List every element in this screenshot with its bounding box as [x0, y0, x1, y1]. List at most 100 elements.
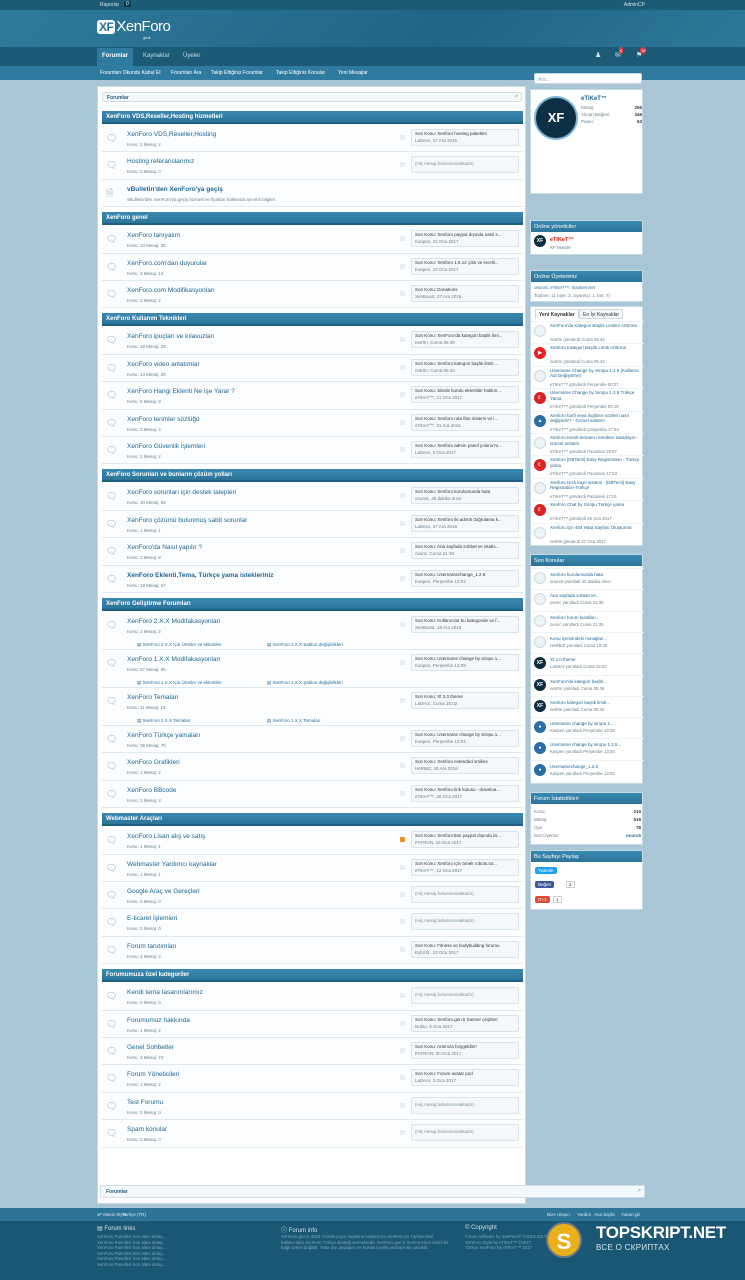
last-post-title[interactable]: Son Konu: Xenforo'dan paypal dışında lis…	[415, 833, 515, 838]
resource-title[interactable]: Username Change by Siropu 1.2.5 (Kullanı…	[550, 368, 642, 379]
last-post-title[interactable]: Son Konu: Xenforo extended smilies	[415, 759, 515, 764]
topic-item[interactable]: Ana sayfada sohbet ve... ovunc yanıtladı …	[531, 589, 644, 610]
last-post-title[interactable]: Son Konu: Xenforo rota fitre sistemi ve …	[415, 416, 515, 421]
last-post[interactable]: Son Konu: Aramıza hoşgeldin!! PATRON, 30 …	[411, 1042, 519, 1059]
subforum-link[interactable]: ▤ XenForo 1.X.X Şablon değişiklikleri	[267, 680, 343, 686]
online-users-list[interactable]: onurx5, eTiKeT™, maxkernner	[534, 285, 595, 290]
resource-item[interactable]: ☾ Username Change by Siropu 1.2.5 Türkçe …	[531, 388, 644, 410]
google-plus-button[interactable]: G+1	[535, 896, 550, 903]
rss-icon[interactable]	[400, 364, 405, 370]
tab-resources[interactable]: Kaynaklar	[143, 53, 170, 59]
resource-item[interactable]: ☾ Xenforo Chat by Siropu Türkçe yama eTiKe…	[531, 500, 644, 522]
footer-help[interactable]: Yardım	[577, 1212, 591, 1217]
avatar[interactable]: ●	[534, 721, 546, 734]
last-post[interactable]: Son Konu: Usernamechange_1.2.5 Kaspen, Pe…	[411, 569, 519, 587]
last-post[interactable]: Son Konu: Xenforo 1.5.12 çıktı ve inceli…	[411, 257, 519, 275]
forum-title[interactable]: vBulletin'den XenForo'ya geçiş	[127, 186, 223, 193]
last-post[interactable]: Son Konu: Xenforo hosting paketleri LaDec…	[411, 129, 519, 146]
forum-title[interactable]: XenForo Güvenlik İşlemleri	[127, 443, 205, 450]
tab-forums[interactable]: Forumlar	[97, 48, 134, 66]
resource-title[interactable]: Xenforo Kategori Başlık Limiti Arttırma	[550, 345, 642, 351]
category-header[interactable]: Webmaster Araçları	[102, 813, 523, 827]
resource-title[interactable]: Xenforo Kendi temanızı kendiniz tasarlay…	[550, 435, 642, 446]
subnav-new-posts[interactable]: Yeni Mesajlar	[338, 70, 368, 76]
last-post-title[interactable]: Son Konu: Donations	[415, 287, 515, 292]
last-post[interactable]: Son Konu: XenForo'da kategori başlık lim…	[411, 331, 519, 349]
last-post[interactable]: Son Konu: Donations XenBoost, 27 Ara 2016	[411, 285, 519, 302]
subforum-link[interactable]: ▤ XenForo 2.X.X Temaları	[137, 718, 190, 724]
forum-title[interactable]: XenForo Temaları	[127, 694, 179, 701]
breadcrumb-home-bottom[interactable]: Forumlar	[106, 1189, 128, 1195]
forum-title[interactable]: XenForo çözümü bulunmuş sabit sorunlar	[127, 517, 247, 524]
forum-title[interactable]: Forum tanıtımları	[127, 943, 176, 950]
rss-icon[interactable]	[400, 236, 405, 242]
last-post-title[interactable]: Son Konu: Xf 2.0 theme	[415, 694, 515, 699]
last-post[interactable]: Son Konu: Kullanıcılar bu kategoride ve …	[411, 616, 519, 633]
forum-title[interactable]: XenForo Grafikleri	[127, 759, 180, 766]
rss-icon[interactable]	[400, 291, 405, 296]
subnav-search[interactable]: Forumları Ara	[171, 70, 201, 76]
footer-link[interactable]: XenForo Panelleri Son alanı detay...	[97, 1256, 166, 1262]
resource-title[interactable]: Xenforo harfi veya ingilizce sözleri nas…	[550, 413, 642, 424]
footer-contact[interactable]: Bize Ulaşın	[547, 1212, 570, 1217]
tab-new-resources[interactable]: Yeni Kaynaklar	[535, 309, 579, 319]
last-post[interactable]: Son Konu: Xenforo kurulumunda hata onurx5…	[411, 487, 519, 505]
topic-item[interactable]: Xenforo forum kuralları... ovunc yanıtlad…	[531, 610, 644, 632]
rss-icon[interactable]	[400, 919, 405, 925]
forum-title[interactable]: Google Araç ve Gereçleri	[127, 888, 200, 895]
topic-title[interactable]: XenForo'da kategori başlık...	[550, 679, 642, 685]
topic-title[interactable]: Xenforo forum kuralları...	[550, 615, 642, 621]
topic-item[interactable]: ● Usernamechange_1.2.5 Kaspen yanıtladı Pe…	[531, 759, 644, 781]
avatar[interactable]: ●	[534, 763, 546, 776]
last-post[interactable]: Son Konu: Xenforo paypal dışında nasıl s…	[411, 230, 519, 248]
forum-title[interactable]: Test Forumu	[127, 1099, 163, 1106]
avatar[interactable]: XF	[534, 678, 546, 691]
resource-item[interactable]: ☾ Xenforo [DBTech] Easy Registration - Tü…	[531, 455, 644, 477]
category-header[interactable]: Forumumuza özel kategoriler	[102, 969, 523, 983]
resource-item[interactable]: XenForo'da Kategori Başlık Limitini Artt…	[531, 321, 644, 343]
forum-title[interactable]: Webmaster Yardımcı kaynaklar	[127, 861, 217, 868]
language-chooser[interactable]: Türkçe (TR)	[122, 1212, 146, 1217]
rss-icon[interactable]	[400, 575, 405, 581]
avatar[interactable]: XF	[534, 699, 546, 712]
resource-title[interactable]: Xenforo Hızlı kayıt sistemi - [DBTech] E…	[550, 480, 642, 491]
forum-title[interactable]: Forumumuz hakkında	[127, 1017, 190, 1024]
last-post[interactable]: (Hiç mesaj bulunmamaktadır)	[411, 156, 519, 174]
forum-title[interactable]: XenForo video anlatımlar	[127, 361, 200, 368]
footer-link[interactable]: XenForo Panelleri Son alanı detay...	[97, 1262, 166, 1268]
footer-link[interactable]: XenForo Panelleri Son alanı detay...	[97, 1245, 166, 1251]
visitor-name[interactable]: eTiKeT™	[581, 96, 607, 102]
last-post-title[interactable]: Son Konu: Sitede kurulu eklentiler hakkı…	[415, 388, 515, 393]
rss-icon[interactable]	[400, 135, 405, 140]
forum-title[interactable]: XenForo Eklenti,Tema, Türkçe yama istekl…	[127, 572, 274, 579]
last-post[interactable]: Son Konu: Xenforo admin panel yolunu?o..…	[411, 441, 519, 458]
rss-icon[interactable]	[400, 493, 405, 499]
rss-icon[interactable]	[400, 622, 405, 627]
last-post[interactable]: Son Konu: Fitness ve bodybuilding forumu…	[411, 940, 519, 958]
last-post[interactable]: Son Konu: Xenforo için örnek robots.txt.…	[411, 858, 519, 876]
last-post-title[interactable]: Son Konu: Xenforo için örnek robots.txt.…	[415, 861, 515, 866]
last-post[interactable]: Son Konu: Xenforo extended smilies HeRBIZ…	[411, 757, 519, 775]
last-post[interactable]: Son Konu: Xenforo'dan paypal dışında lis…	[411, 831, 519, 849]
forum-title[interactable]: XenForo terimler sözlüğü	[127, 416, 200, 423]
rss-icon[interactable]	[400, 1048, 405, 1053]
subforum-link[interactable]: ▤ XenForo 2.X.X Şablon değişiklikleri	[267, 642, 343, 648]
forum-title[interactable]: XenForo VDS,Reseller,Hosting	[127, 131, 216, 138]
rss-icon[interactable]	[400, 837, 405, 843]
search-input[interactable]: Ara...	[534, 73, 642, 84]
subnav-mark-read[interactable]: Forumları Okundu Kabul Et	[100, 70, 161, 76]
last-post-title[interactable]: Son Konu: Xenforo kategori başlık limiti…	[415, 361, 515, 366]
logo[interactable]: XF XenForo gen.tr	[97, 18, 171, 40]
rss-icon[interactable]	[400, 736, 405, 741]
forum-title[interactable]: Kendi tema tasarımlarımız	[127, 989, 203, 996]
forum-title[interactable]: XenForo sorunları için destek talepleri	[127, 489, 236, 496]
resource-item[interactable]: Xenforo için 404 Hata Sayfası Oluşturma n…	[531, 522, 644, 545]
last-post[interactable]: (Hiç mesaj bulunmamaktadır)	[411, 1124, 519, 1142]
topic-title[interactable]: Username change by siropu 1...	[550, 721, 642, 727]
resource-title[interactable]: Xenforo [DBTech] Easy Registration - Tür…	[550, 457, 642, 468]
rss-icon[interactable]	[400, 263, 405, 269]
last-post[interactable]: Son Konu: Username change by siropu 1...…	[411, 654, 519, 671]
rss-icon[interactable]	[400, 392, 405, 398]
forum-title[interactable]: XenForo tanıyalım	[127, 232, 180, 239]
last-post-title[interactable]: Son Konu: Fitness ve bodybuilding forumu	[415, 943, 515, 948]
